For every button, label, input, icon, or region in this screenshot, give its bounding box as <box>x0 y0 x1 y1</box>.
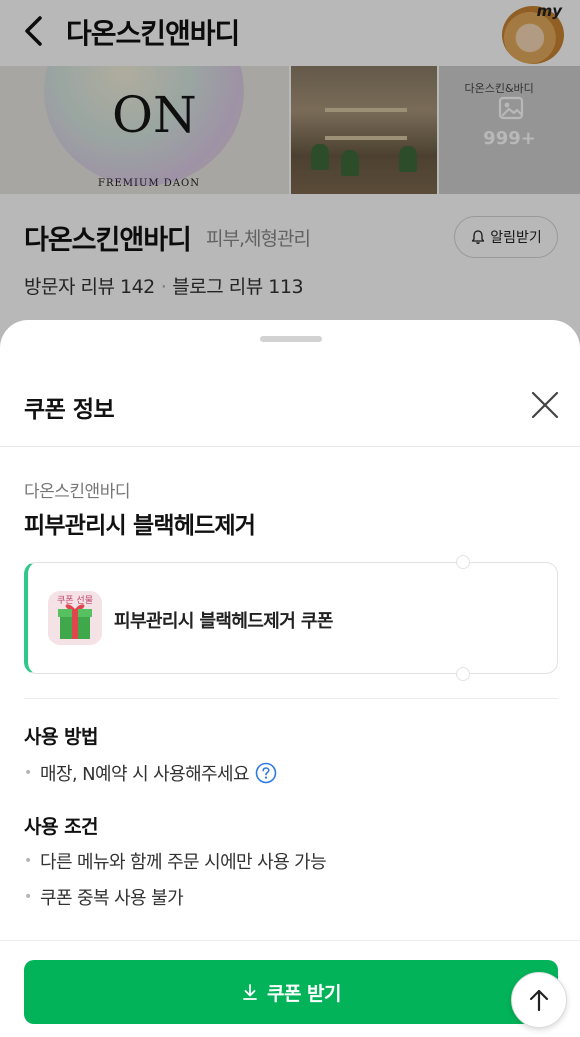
divider <box>24 698 558 699</box>
coupon-store-name: 다온스킨앤바디 <box>24 482 130 502</box>
bullet-dot: • <box>24 889 32 905</box>
gift-badge-text: 쿠폰 선물 <box>57 596 93 606</box>
usage-item: • 매장, N예약 시 사용해주세요 <box>24 760 277 786</box>
scroll-top-button[interactable] <box>511 972 567 1028</box>
usage-heading: 사용 방법 <box>24 726 99 748</box>
bullet-dot: • <box>24 765 32 781</box>
sheet-title: 쿠폰 정보 <box>24 397 115 423</box>
condition-item-text: 다른 메뉴와 함께 주문 시에만 사용 가능 <box>40 852 327 873</box>
ticket-notch <box>456 555 470 569</box>
download-icon <box>243 984 257 1000</box>
conditions-heading: 사용 조건 <box>24 816 99 838</box>
coupon-name: 피부관리시 블랙헤드제거 <box>24 513 256 539</box>
ticket-notch <box>456 667 470 681</box>
divider <box>0 446 580 447</box>
gift-icon: 쿠폰 선물 <box>48 591 102 645</box>
get-coupon-button[interactable]: 쿠폰 받기 <box>24 960 558 1024</box>
coupon-bottom-sheet: 쿠폰 정보 다온스킨앤바디 피부관리시 블랙헤드제거 쿠폰 선물 피부관리시 블… <box>0 320 580 1037</box>
ticket-label: 피부관리시 블랙헤드제거 쿠폰 <box>114 611 333 632</box>
help-icon[interactable] <box>255 762 277 784</box>
coupon-ticket: 쿠폰 선물 피부관리시 블랙헤드제거 쿠폰 <box>24 555 558 681</box>
close-icon[interactable] <box>530 390 560 420</box>
condition-item: • 다른 메뉴와 함께 주문 시에만 사용 가능 <box>24 848 327 874</box>
drag-handle[interactable] <box>260 336 322 342</box>
usage-item-text: 매장, N예약 시 사용해주세요 <box>40 764 250 785</box>
condition-item-text: 쿠폰 중복 사용 불가 <box>40 888 184 909</box>
divider <box>0 940 580 941</box>
bullet-dot: • <box>24 853 32 869</box>
condition-item: • 쿠폰 중복 사용 불가 <box>24 884 184 910</box>
get-coupon-label: 쿠폰 받기 <box>266 982 342 1005</box>
arrow-up-icon <box>529 989 549 1012</box>
